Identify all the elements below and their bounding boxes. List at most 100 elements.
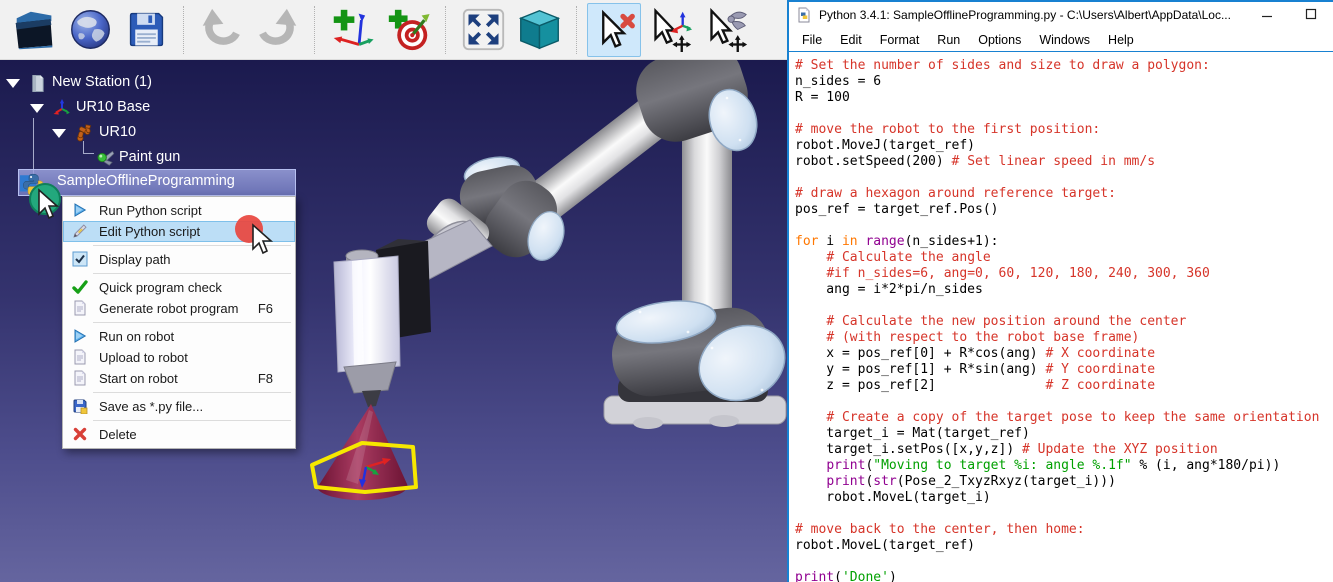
code-line <box>795 554 1333 570</box>
menu-separator <box>93 392 291 393</box>
toolbar-separator <box>445 6 446 54</box>
save-station-button[interactable] <box>119 3 173 57</box>
code-segment: # Calculate the new position around the … <box>826 314 1186 329</box>
code-line <box>795 394 1333 410</box>
code-segment <box>795 458 826 473</box>
code-segment: n_sides = 6 <box>795 74 881 89</box>
code-segment: robot.MoveJ(target_ref) <box>795 138 975 153</box>
document-icon <box>72 300 88 316</box>
undo-button[interactable] <box>194 3 248 57</box>
minimize-button[interactable] <box>1245 3 1289 27</box>
tool-white-body <box>334 256 400 372</box>
menu-item-run-python-script[interactable]: Run Python script <box>63 200 295 221</box>
tree-item-sampleofflineprogramming[interactable]: SampleOfflineProgramming <box>0 171 330 195</box>
code-segment: # (with respect to the robot base frame) <box>826 330 1139 345</box>
online-library-button[interactable] <box>63 3 117 57</box>
menu-item-quick-program-check[interactable]: Quick program check <box>63 277 295 298</box>
tree-item-label: UR10 <box>99 124 136 140</box>
code-segment: target_i = Mat(target_ref) <box>795 426 1030 441</box>
code-segment: ang = i*2*pi/n_sides <box>795 282 983 297</box>
add-frame-icon <box>330 7 375 52</box>
menu-item-generate-robot-program[interactable]: Generate robot programF6 <box>63 298 295 319</box>
tree-item-label: Paint gun <box>119 149 180 165</box>
menu-item-label: Run on robot <box>99 329 174 344</box>
code-line: # Calculate the angle <box>795 250 1333 266</box>
tree-item-ur10-base[interactable]: UR10 Base <box>0 97 330 121</box>
code-line: print("Moving to target %i: angle %.1f" … <box>795 458 1333 474</box>
redo-button[interactable] <box>250 3 304 57</box>
maximize-button[interactable] <box>1289 3 1333 27</box>
code-segment: # move the robot to the first position: <box>795 122 1100 137</box>
tree-item-new-station-1-[interactable]: New Station (1) <box>0 72 330 96</box>
select-tool-button[interactable] <box>587 3 641 57</box>
add-target-icon <box>386 7 431 52</box>
code-line: print(str(Pose_2_TxyzRxyz(target_i))) <box>795 474 1333 490</box>
station-pane: New Station (1)UR10 Base UR10 Paint gun Sam… <box>0 0 787 582</box>
menu-item-run-on-robot[interactable]: Run on robot <box>63 326 295 347</box>
add-reference-frame-button[interactable] <box>325 3 379 57</box>
code-line <box>795 106 1333 122</box>
cursor-move-robot-icon <box>704 7 749 52</box>
menu-item-save-as-py-file-[interactable]: Save as *.py file... <box>63 396 295 417</box>
code-line: # Calculate the new position around the … <box>795 314 1333 330</box>
code-line: R = 100 <box>795 90 1333 106</box>
fit-all-button[interactable] <box>456 3 510 57</box>
code-line: robot.MoveL(target_ref) <box>795 538 1333 554</box>
station-icon <box>28 73 47 94</box>
open-station-button[interactable] <box>7 3 61 57</box>
menu-item-label: Start on robot <box>99 371 178 386</box>
editor-menu-help[interactable]: Help <box>1099 30 1143 50</box>
code-editor[interactable]: # Set the number of sides and size to dr… <box>789 54 1333 582</box>
code-line: n_sides = 6 <box>795 74 1333 90</box>
redo-icon <box>255 7 300 52</box>
code-segment: # X coordinate <box>1045 346 1155 361</box>
code-line: # draw a hexagon around reference target… <box>795 186 1333 202</box>
code-line: target_i = Mat(target_ref) <box>795 426 1333 442</box>
code-segment: robot.MoveL(target_i) <box>795 490 991 505</box>
menu-item-display-path[interactable]: Display path <box>63 249 295 270</box>
tree-item-label: SampleOfflineProgramming <box>57 173 235 189</box>
code-line <box>795 170 1333 186</box>
code-segment: y = pos_ref[1] + R*sin(ang) <box>795 362 1045 377</box>
code-line <box>795 218 1333 234</box>
tree-item-paint-gun[interactable]: Paint gun <box>0 147 330 171</box>
code-line: # (with respect to the robot base frame) <box>795 330 1333 346</box>
code-segment: for <box>795 234 818 249</box>
editor-menu-file[interactable]: File <box>793 30 831 50</box>
tree-item-ur10[interactable]: UR10 <box>0 122 330 146</box>
code-segment: pos_ref = target_ref.Pos() <box>795 202 999 217</box>
code-line: # move the robot to the first position: <box>795 122 1333 138</box>
py-file-icon <box>796 7 812 23</box>
editor-menu-edit[interactable]: Edit <box>831 30 871 50</box>
robodk-app-window: New Station (1)UR10 Base UR10 Paint gun Sam… <box>0 0 1333 582</box>
code-segment: # Calculate the angle <box>826 250 990 265</box>
code-line: robot.setSpeed(200) # Set linear speed i… <box>795 154 1333 170</box>
tree-expander-icon[interactable] <box>52 129 66 138</box>
editor-menu-format[interactable]: Format <box>871 30 929 50</box>
toolbar-separator <box>183 6 184 54</box>
tree-expander-icon[interactable] <box>30 104 44 113</box>
move-robot-tool-button[interactable] <box>699 3 753 57</box>
add-target-button[interactable] <box>381 3 435 57</box>
menu-item-start-on-robot[interactable]: Start on robotF8 <box>63 368 295 389</box>
code-segment <box>795 330 826 345</box>
editor-menu-run[interactable]: Run <box>928 30 969 50</box>
editor-title-bar[interactable]: Python 3.4.1: SampleOfflineProgramming.p… <box>789 2 1333 28</box>
menu-item-upload-to-robot[interactable]: Upload to robot <box>63 347 295 368</box>
save-icon <box>124 7 169 52</box>
editor-menu-windows[interactable]: Windows <box>1030 30 1099 50</box>
menu-item-label: Quick program check <box>99 280 222 295</box>
move-reference-tool-button[interactable] <box>643 3 697 57</box>
menu-item-delete[interactable]: Delete <box>63 424 295 445</box>
save-file-icon <box>72 398 88 414</box>
isometric-view-button[interactable] <box>512 3 566 57</box>
code-segment: # Set linear speed in mm/s <box>952 154 1156 169</box>
document-icon <box>72 349 88 365</box>
menu-item-edit-python-script[interactable]: Edit Python script <box>63 221 295 242</box>
editor-menu-options[interactable]: Options <box>969 30 1030 50</box>
tree-expander-icon[interactable] <box>6 79 20 88</box>
code-segment: # Set the number of sides and size to dr… <box>795 58 1210 73</box>
robot-base <box>604 295 787 429</box>
code-segment <box>795 474 826 489</box>
code-line: target_i.setPos([x,y,z]) # Update the XY… <box>795 442 1333 458</box>
